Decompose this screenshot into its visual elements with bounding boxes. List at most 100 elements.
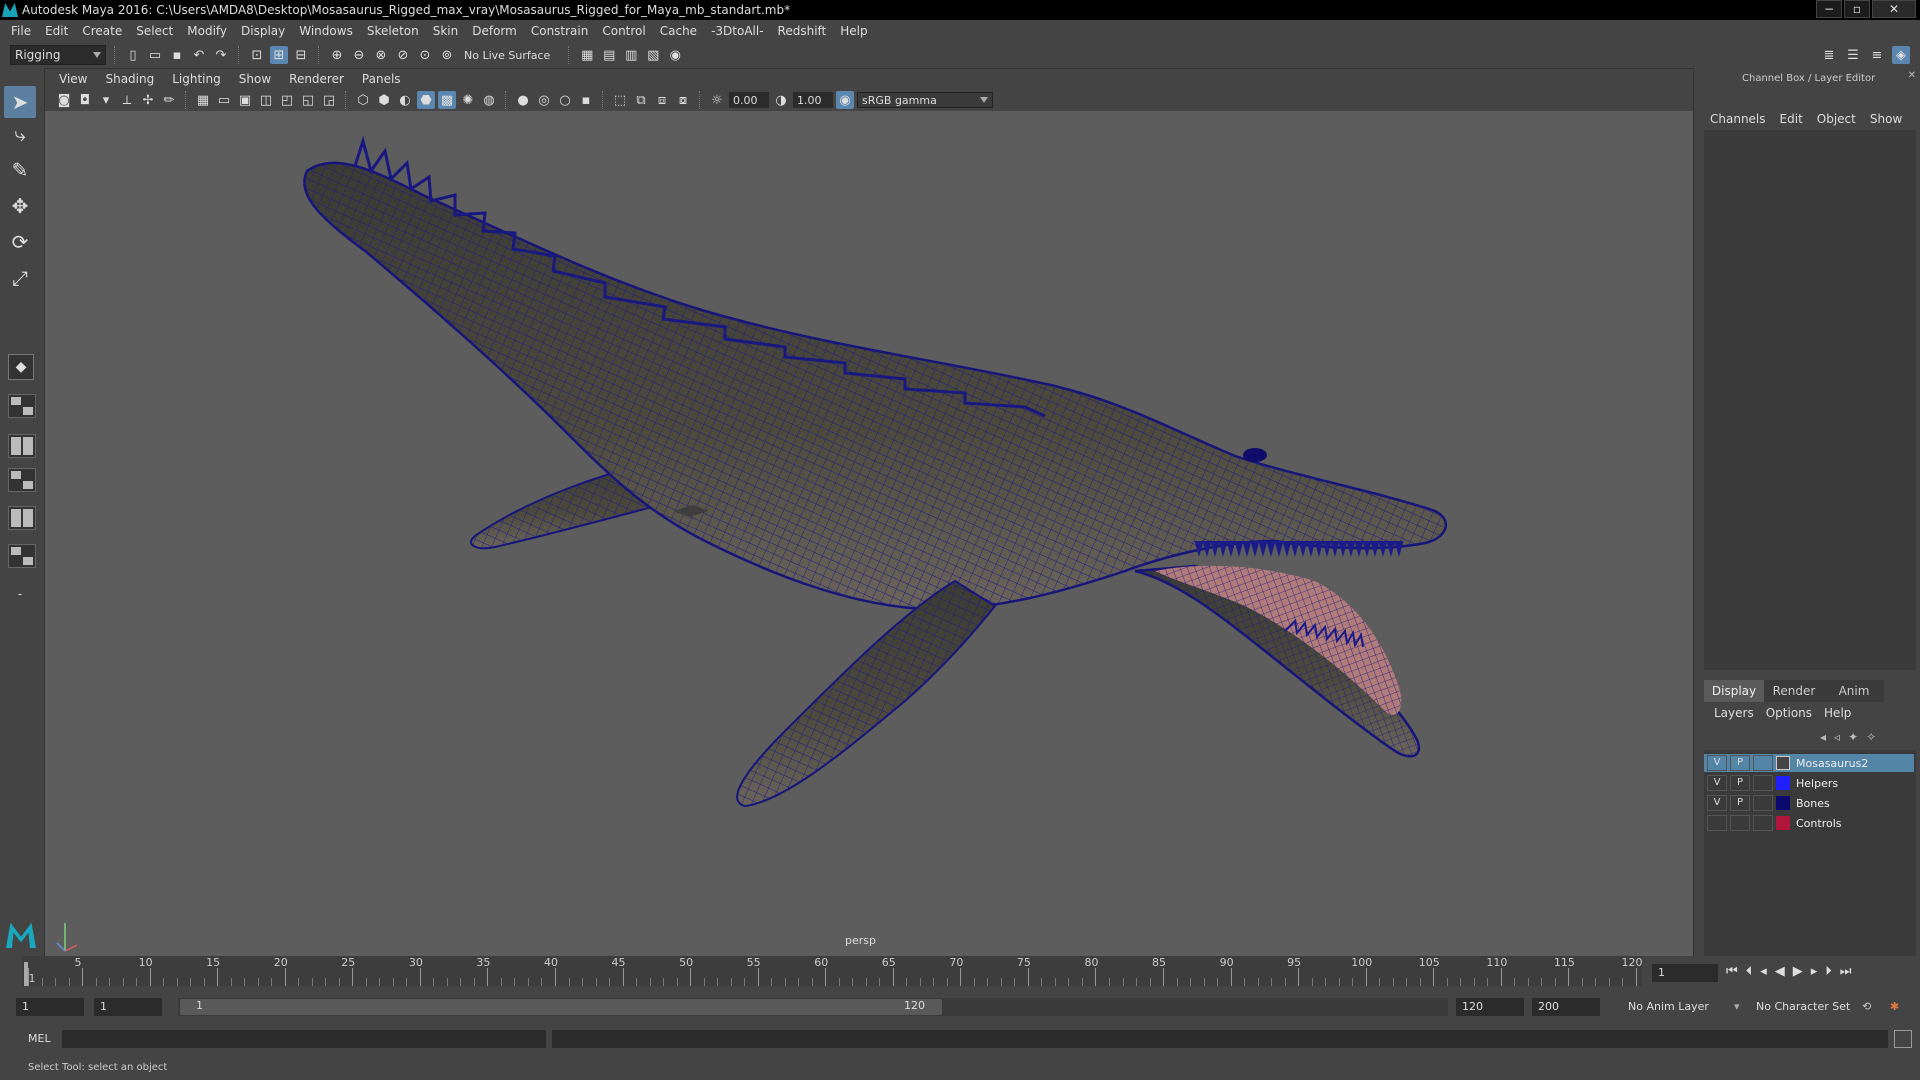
field-chart-icon[interactable]: ◰ [278,91,296,109]
command-input[interactable] [62,1030,546,1048]
more-layouts-icon[interactable]: - [4,578,36,610]
display-type-toggle[interactable] [1753,815,1773,831]
panel-menu-panels[interactable]: Panels [354,72,411,86]
safe-title-icon[interactable]: ◲ [320,91,338,109]
layer-name[interactable]: Helpers [1796,777,1838,790]
live-surface-label[interactable]: No Live Surface [460,49,560,62]
ambient-occlusion-icon[interactable]: ● [514,91,532,109]
preferences-icon[interactable]: ✱ [1890,1000,1899,1013]
image-plane-icon[interactable]: ⟂ [118,91,136,109]
visibility-toggle[interactable]: V [1707,755,1727,771]
layer-row-controls[interactable]: Controls [1704,814,1914,832]
layer-row-mosasaurus2[interactable]: V P Mosasaurus2 [1704,754,1914,772]
film-gate-icon[interactable]: ▭ [215,91,233,109]
tab-render[interactable]: Render [1764,680,1824,702]
render-view-icon[interactable]: ▦ [578,46,596,64]
tab-display[interactable]: Display [1704,680,1764,702]
menu-redshift[interactable]: Redshift [771,24,834,38]
menu-options[interactable]: Options [1766,706,1812,720]
new-scene-icon[interactable]: ▯ [124,46,142,64]
play-forwards-icon[interactable]: ▶ [1793,964,1803,979]
snap-curve-icon[interactable]: ⊖ [350,46,368,64]
motion-blur-icon[interactable]: ◎ [535,91,553,109]
xray-active-icon[interactable]: ⧇ [674,91,692,109]
current-frame-field[interactable]: 1 [1652,964,1718,982]
visibility-toggle[interactable]: V [1707,795,1727,811]
panel-menu-shading[interactable]: Shading [97,72,164,86]
menu-control[interactable]: Control [595,24,652,38]
exposure-field[interactable]: 0.00 [729,92,769,108]
rotate-tool-icon[interactable]: ⟳ [4,226,36,258]
menu-deform[interactable]: Deform [465,24,524,38]
auto-key-icon[interactable]: ⟲ [1862,1000,1871,1013]
two-d-pan-icon[interactable]: ✢ [139,91,157,109]
redo-icon[interactable]: ↷ [212,46,230,64]
panel-menu-show[interactable]: Show [231,72,281,86]
menu-display[interactable]: Display [234,24,292,38]
paint-select-icon[interactable]: ✎ [4,154,36,186]
close-button[interactable]: ✕ [1872,0,1916,18]
persp-outliner-layout-icon[interactable] [8,468,36,492]
menu-cb-show[interactable]: Show [1870,112,1902,126]
menu-skeleton[interactable]: Skeleton [360,24,426,38]
select-object-icon[interactable]: ⊞ [270,46,288,64]
display-type-toggle[interactable] [1753,755,1773,771]
xray-joints-icon[interactable]: ⧈ [653,91,671,109]
gate-mask-icon[interactable]: ◫ [257,91,275,109]
display-type-toggle[interactable] [1753,775,1773,791]
select-tool-icon[interactable]: ➤ [4,86,36,118]
layer-color-swatch[interactable] [1776,776,1790,790]
step-forward-key-icon[interactable]: ⏵ [1825,964,1832,979]
bookmark-icon[interactable]: ▾ [97,91,115,109]
character-set-dropdown[interactable]: No Character Set [1756,1000,1850,1013]
menu-cache[interactable]: Cache [653,24,704,38]
depth-of-field-icon[interactable]: ▪ [577,91,595,109]
chevron-down-icon[interactable]: ▾ [1734,1000,1740,1013]
script-editor-icon[interactable] [1894,1030,1912,1048]
isolate-select-icon[interactable]: ⬚ [611,91,629,109]
menu-object[interactable]: Object [1817,112,1856,126]
move-layer-up-icon[interactable]: ◂ [1820,730,1826,744]
playback-toggle[interactable]: P [1730,755,1750,771]
menu-3dtoall[interactable]: -3DtoAll- [704,24,770,38]
shadows-icon[interactable]: ◍ [480,91,498,109]
render-settings-icon[interactable]: ▧ [644,46,662,64]
view-transform-dropdown[interactable]: sRGB gamma [857,92,993,108]
move-tool-icon[interactable]: ✥ [4,190,36,222]
snap-view-icon[interactable]: ⊘ [394,46,412,64]
panel-menu-renderer[interactable]: Renderer [281,72,354,86]
minimize-button[interactable]: − [1816,0,1842,18]
layer-name[interactable]: Controls [1796,817,1842,830]
wireframe-on-shaded-icon[interactable]: ⬣ [417,91,435,109]
default-material-icon[interactable]: ◐ [396,91,414,109]
snap-point-icon[interactable]: ⊗ [372,46,390,64]
step-back-frame-icon[interactable]: ◂ [1760,964,1767,979]
grease-pencil-icon[interactable]: ✏ [160,91,178,109]
panel-menu-view[interactable]: View [51,72,97,86]
menu-create[interactable]: Create [75,24,129,38]
open-scene-icon[interactable]: ▭ [146,46,164,64]
menu-windows[interactable]: Windows [292,24,360,38]
select-hierarchy-icon[interactable]: ⊡ [248,46,266,64]
lasso-tool-icon[interactable]: ⤷ [4,118,36,150]
hypershade-layout-icon[interactable] [8,544,36,568]
snap-live-icon[interactable]: ⊚ [438,46,456,64]
visibility-toggle[interactable]: V [1707,775,1727,791]
attribute-editor-icon[interactable]: ☰ [1844,46,1862,64]
layer-color-swatch[interactable] [1776,756,1790,770]
ipr-render-icon[interactable]: ▥ [622,46,640,64]
save-scene-icon[interactable]: ▪ [168,46,186,64]
visibility-toggle[interactable] [1707,815,1727,831]
camera-attributes-icon[interactable]: ◘ [76,91,94,109]
menu-cb-edit[interactable]: Edit [1780,112,1803,126]
playback-toggle[interactable]: P [1730,795,1750,811]
menu-constrain[interactable]: Constrain [524,24,596,38]
layer-row-bones[interactable]: V P Bones [1704,794,1914,812]
resolution-gate-icon[interactable]: ▣ [236,91,254,109]
layer-color-swatch[interactable] [1776,816,1790,830]
play-backwards-icon[interactable]: ◀ [1775,964,1785,979]
layer-name[interactable]: Bones [1796,797,1830,810]
anti-aliasing-icon[interactable]: ○ [556,91,574,109]
wireframe-icon[interactable]: ⬡ [354,91,372,109]
menuset-dropdown[interactable]: Rigging [10,45,106,65]
